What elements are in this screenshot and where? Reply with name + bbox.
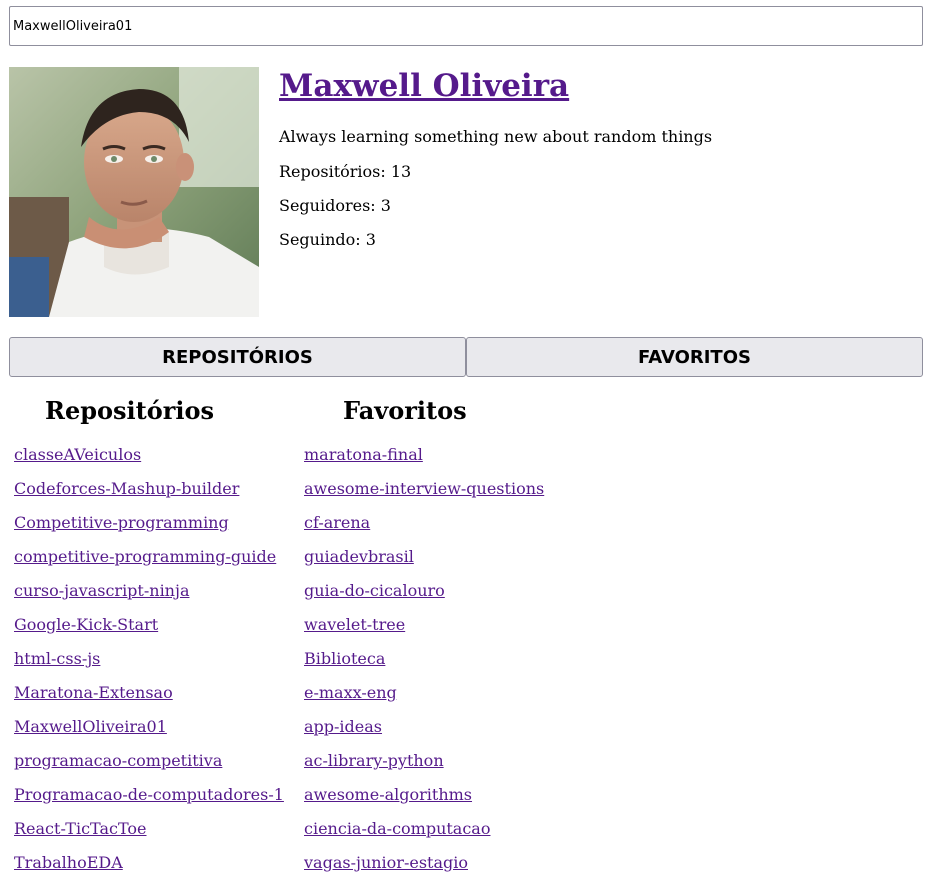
list-item: awesome-algorithms (304, 785, 544, 819)
list-item: programacao-competitiva (14, 751, 284, 785)
followers-count: Seguidores: 3 (279, 196, 391, 215)
repositories-count: Repositórios: 13 (279, 162, 412, 181)
avatar (9, 67, 259, 317)
favorite-link[interactable]: wavelet-tree (304, 615, 405, 634)
repository-link[interactable]: programacao-competitiva (14, 751, 222, 770)
repository-link[interactable]: html-css-js (14, 649, 100, 668)
list-item: competitive-programming-guide (14, 547, 284, 581)
list-item: app-ideas (304, 717, 544, 751)
list-item: Programacao-de-computadores-1 (14, 785, 284, 819)
repository-link[interactable]: Google-Kick-Start (14, 615, 158, 634)
favorites-heading: Favoritos (343, 396, 467, 425)
list-item: React-TicTacToe (14, 819, 284, 853)
repository-link[interactable]: React-TicTacToe (14, 819, 147, 838)
list-item: curso-javascript-ninja (14, 581, 284, 615)
list-item: e-maxx-eng (304, 683, 544, 717)
list-item: awesome-interview-questions (304, 479, 544, 513)
list-item: ac-library-python (304, 751, 544, 785)
profile-bio: Always learning something new about rand… (279, 127, 713, 146)
favorite-link[interactable]: ciencia-da-computacao (304, 819, 490, 838)
list-item: TrabalhoEDA (14, 853, 284, 887)
list-item: Competitive-programming (14, 513, 284, 547)
list-item: ciencia-da-computacao (304, 819, 544, 853)
favorite-link[interactable]: e-maxx-eng (304, 683, 397, 702)
repository-link[interactable]: Maratona-Extensao (14, 683, 173, 702)
favorite-link[interactable]: guiadevbrasil (304, 547, 414, 566)
repository-link[interactable]: competitive-programming-guide (14, 547, 276, 566)
repositories-button[interactable]: REPOSITÓRIOS (9, 337, 466, 377)
favorites-button[interactable]: FAVORITOS (466, 337, 923, 377)
list-item: MaxwellOliveira01 (14, 717, 284, 751)
following-count: Seguindo: 3 (279, 230, 376, 249)
list-item: Codeforces-Mashup-builder (14, 479, 284, 513)
favorite-link[interactable]: maratona-final (304, 445, 423, 464)
list-item: guia-do-cicalouro (304, 581, 544, 615)
favorite-link[interactable]: awesome-interview-questions (304, 479, 544, 498)
list-item: cf-arena (304, 513, 544, 547)
repositories-list: classeAVeiculos Codeforces-Mashup-builde… (14, 445, 284, 887)
username-search-input[interactable] (9, 6, 923, 46)
repository-link[interactable]: classeAVeiculos (14, 445, 141, 464)
favorite-link[interactable]: app-ideas (304, 717, 382, 736)
favorite-link[interactable]: awesome-algorithms (304, 785, 472, 804)
list-item: guiadevbrasil (304, 547, 544, 581)
repository-link[interactable]: Competitive-programming (14, 513, 229, 532)
favorite-link[interactable]: vagas-junior-estagio (304, 853, 468, 872)
list-item: classeAVeiculos (14, 445, 284, 479)
list-item: Maratona-Extensao (14, 683, 284, 717)
favorite-link[interactable]: ac-library-python (304, 751, 444, 770)
repository-link[interactable]: Codeforces-Mashup-builder (14, 479, 239, 498)
list-item: maratona-final (304, 445, 544, 479)
repository-link[interactable]: curso-javascript-ninja (14, 581, 189, 600)
favorite-link[interactable]: Biblioteca (304, 649, 385, 668)
favorite-link[interactable]: guia-do-cicalouro (304, 581, 445, 600)
repository-link[interactable]: MaxwellOliveira01 (14, 717, 167, 736)
repositories-heading: Repositórios (45, 396, 215, 425)
list-item: Google-Kick-Start (14, 615, 284, 649)
repository-link[interactable]: Programacao-de-computadores-1 (14, 785, 284, 804)
favorite-link[interactable]: cf-arena (304, 513, 370, 532)
list-item: vagas-junior-estagio (304, 853, 544, 887)
profile-name[interactable]: Maxwell Oliveira (279, 66, 569, 106)
list-item: wavelet-tree (304, 615, 544, 649)
repository-link[interactable]: TrabalhoEDA (14, 853, 123, 872)
list-item: html-css-js (14, 649, 284, 683)
favorites-list: maratona-final awesome-interview-questio… (304, 445, 544, 887)
list-item: Biblioteca (304, 649, 544, 683)
